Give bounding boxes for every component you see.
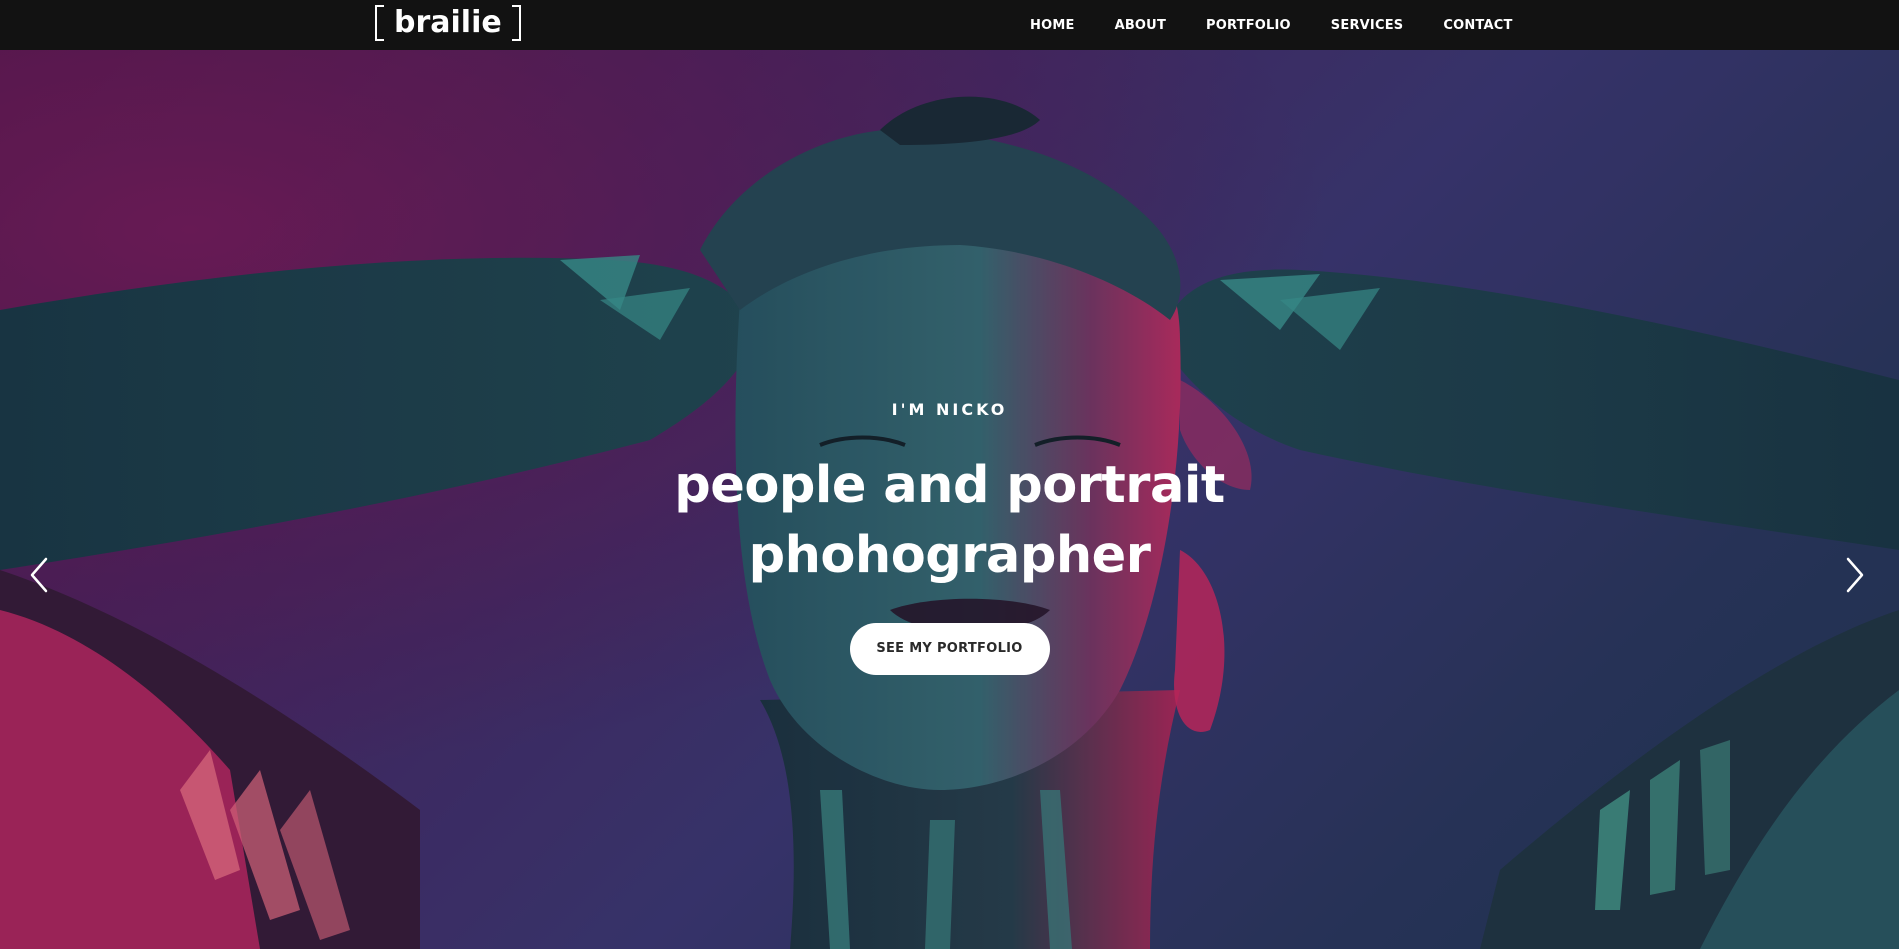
brand-logo[interactable]: brailie (375, 5, 521, 41)
nav-link-contact[interactable]: CONTACT (1443, 18, 1512, 33)
logo-right-bracket (511, 5, 521, 41)
chevron-left-icon (30, 557, 48, 593)
nav-link-about[interactable]: ABOUT (1115, 18, 1166, 33)
hero-eyebrow: I'M NICKO (891, 400, 1008, 419)
nav-item-portfolio: PORTFOLIO (1206, 16, 1291, 34)
nav-item-contact: CONTACT (1443, 16, 1512, 34)
nav-item-home: HOME (1030, 16, 1075, 34)
nav-link-services[interactable]: SERVICES (1331, 18, 1404, 33)
main-nav: HOME ABOUT PORTFOLIO SERVICES CONTACT (1030, 0, 1513, 50)
nav-item-services: SERVICES (1331, 16, 1404, 34)
logo-text: brailie (394, 5, 502, 40)
hero-content: I'M NICKO people and portrait phohograph… (0, 400, 1899, 675)
hero-title: people and portrait phohographer (674, 456, 1225, 585)
see-portfolio-button[interactable]: SEE MY PORTFOLIO (849, 623, 1050, 675)
slider-next-arrow[interactable] (1838, 555, 1868, 595)
chevron-right-icon (1846, 557, 1864, 593)
top-navbar: brailie HOME ABOUT PORTFOLIO SERVICES CO… (0, 0, 1899, 50)
slider-prev-arrow[interactable] (26, 555, 56, 595)
nav-link-home[interactable]: HOME (1030, 18, 1075, 33)
logo-left-bracket (375, 5, 384, 41)
hero-slider: I'M NICKO people and portrait phohograph… (0, 50, 1899, 949)
nav-link-portfolio[interactable]: PORTFOLIO (1206, 18, 1291, 33)
nav-item-about: ABOUT (1115, 16, 1166, 34)
